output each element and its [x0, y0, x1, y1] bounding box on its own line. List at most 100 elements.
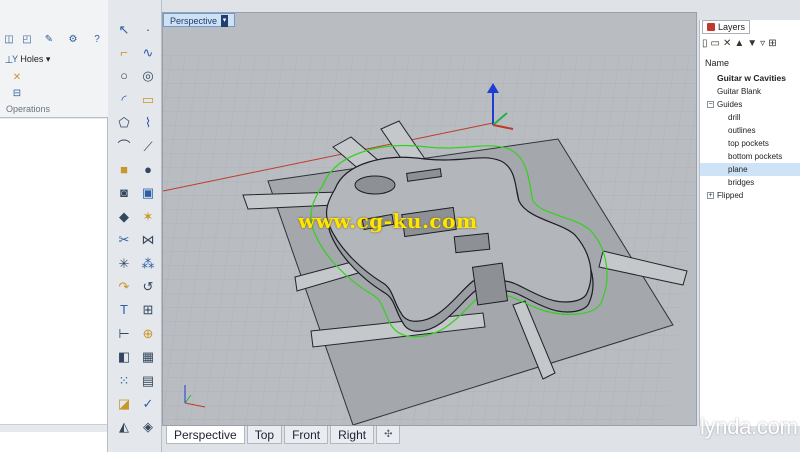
render-icon[interactable]: ◪	[114, 394, 134, 412]
ellipse-icon[interactable]: ◎	[138, 67, 158, 85]
cylinder-icon[interactable]: ◙	[114, 184, 134, 202]
dimension-icon[interactable]: ⊢	[114, 324, 134, 342]
tab-perspective[interactable]: Perspective	[166, 426, 245, 444]
layer-row[interactable]: + Flipped	[700, 189, 800, 202]
layer-name: outlines	[728, 126, 756, 135]
array-icon[interactable]: ⊞	[138, 301, 158, 319]
layer-name: bridges	[728, 178, 755, 187]
layers-column-header: Name	[705, 58, 730, 68]
layer-row[interactable]: plane	[700, 163, 800, 176]
layer-row[interactable]: − Guides	[700, 98, 800, 111]
cavity-oval	[354, 175, 396, 195]
layer-name: Guides	[717, 100, 743, 109]
open-file-icon[interactable]: ◫	[2, 34, 16, 46]
polyline-icon[interactable]: ⌐	[114, 43, 134, 61]
holes-icon: Y	[12, 54, 18, 64]
filter-icon[interactable]: ▿	[760, 38, 765, 52]
copy-icon[interactable]: ↺	[138, 277, 158, 295]
tab-right[interactable]: Right	[330, 426, 375, 444]
layer-name: top pockets	[728, 139, 769, 148]
collapse-icon[interactable]: −	[707, 101, 714, 108]
tool-icon[interactable]: ✎	[42, 34, 56, 46]
expand-icon[interactable]: +	[707, 192, 714, 199]
check-icon[interactable]: ✓	[138, 394, 158, 412]
circle-icon[interactable]: ○	[114, 67, 134, 85]
layer-row[interactable]: Guitar Blank	[700, 85, 800, 98]
free-curve-icon[interactable]: ⌇	[138, 114, 158, 132]
layers-tab[interactable]: Layers	[702, 20, 751, 34]
neck-pocket	[471, 262, 509, 306]
solid-edit-icon[interactable]: ◧	[114, 348, 134, 366]
operations-panel: ◫ ◰ ✎ ⚙ ? ⊥ Y Holes ▾ ✕ ⊟ Operations	[0, 0, 108, 452]
chevron-down-icon: ▾	[45, 54, 51, 64]
polygon-icon[interactable]: ⬠	[114, 114, 134, 132]
lynda-logo: lynda.com	[700, 414, 798, 439]
pocket-icon[interactable]: ✕	[10, 72, 24, 84]
holes-button[interactable]: Y Holes ▾	[12, 54, 50, 65]
layer-name: plane	[728, 165, 748, 174]
layers-panel: Layers ▯ ▭ ✕ ▲ ▼ ▿ ⊞ Name Guitar w Cavit…	[699, 20, 800, 426]
layer-row[interactable]: bottom pockets	[700, 150, 800, 163]
extrude-icon[interactable]: ▣	[138, 184, 158, 202]
new-sublayer-icon[interactable]: ▭	[711, 38, 720, 52]
layers-toolbar: ▯ ▭ ✕ ▲ ▼ ▿ ⊞	[702, 38, 777, 52]
move-icon[interactable]: ↷	[114, 277, 134, 295]
tab-front[interactable]: Front	[284, 426, 329, 444]
layer-row[interactable]: drill	[700, 111, 800, 124]
layer-name: drill	[728, 113, 741, 122]
layer-icon[interactable]: ▤	[138, 371, 158, 389]
tab-top[interactable]: Top	[246, 426, 283, 444]
vertical-toolbar: ↖ · ⌐ ∿ ○ ◎ ◜ ▭ ⬠ ⌇ ⌒ ⟋ ■ ● ◙ ▣ ◆ ✶ ✂ ⋈ ✳ ⁂ ↷ ↺ T ⊞ ⊢ ⊕ ◧ ▦ ⁙ ▤ ◪ ✓ ◭ ◈	[108, 0, 162, 452]
paint-icon[interactable]: ◈	[138, 418, 158, 436]
point-icon[interactable]: ·	[138, 20, 158, 38]
analyze-icon[interactable]: ◭	[114, 418, 134, 436]
layer-row[interactable]: top pockets	[700, 137, 800, 150]
text-tool-icon[interactable]: T	[114, 301, 134, 319]
arc-icon[interactable]: ◜	[114, 90, 134, 108]
layer-row[interactable]: Guitar w Cavities	[700, 72, 800, 85]
box-solid-icon[interactable]: ■	[114, 160, 134, 178]
select-arrow-icon[interactable]: ↖	[114, 20, 134, 38]
help-icon[interactable]: ?	[90, 34, 104, 46]
delete-layer-icon[interactable]: ✕	[723, 38, 731, 52]
split-icon[interactable]: ✶	[138, 207, 158, 225]
layer-name: bottom pockets	[728, 152, 783, 161]
layer-row[interactable]: bridges	[700, 176, 800, 189]
import-icon[interactable]: ◰	[20, 34, 34, 46]
rectangle-icon[interactable]: ▭	[138, 90, 158, 108]
gumball-icon[interactable]: ⊕	[138, 324, 158, 342]
profile-icon[interactable]: ⊟	[10, 88, 24, 100]
add-viewport-tab[interactable]: ✣	[376, 426, 401, 444]
horizontal-scrollbar[interactable]	[0, 424, 107, 432]
settings-gear-icon[interactable]: ⚙	[66, 34, 80, 46]
boolean-icon[interactable]: ◆	[114, 207, 134, 225]
operations-tree[interactable]	[0, 119, 107, 452]
layer-name: Flipped	[717, 191, 744, 200]
new-layer-icon[interactable]: ▯	[702, 38, 708, 52]
perspective-viewport[interactable]: Perspective ▾ www.cg-ku.com	[162, 12, 697, 426]
layer-name: Guitar w Cavities	[717, 73, 786, 83]
panel-tab-strip	[699, 0, 800, 20]
watermark-text: www.cg-ku.com	[298, 209, 478, 233]
fillet-icon[interactable]: ⌒	[114, 137, 134, 155]
trim-icon[interactable]: ✂	[114, 231, 134, 249]
layers-icon	[707, 23, 715, 31]
layer-tools-icon[interactable]: ⊞	[768, 38, 776, 52]
viewport-title: Perspective	[170, 15, 218, 26]
operations-section-label: Operations	[6, 104, 51, 114]
join-icon[interactable]: ⋈	[138, 231, 158, 249]
group-icon[interactable]: ⁂	[138, 254, 158, 272]
sphere-icon[interactable]: ●	[138, 160, 158, 178]
curve-points-icon[interactable]: ∿	[138, 43, 158, 61]
layers-tab-label: Layers	[718, 21, 746, 32]
explode-icon[interactable]: ✳	[114, 254, 134, 272]
move-up-icon[interactable]: ▲	[734, 38, 744, 52]
move-down-icon[interactable]: ▼	[747, 38, 757, 52]
layer-name: Guitar Blank	[717, 87, 762, 96]
viewport-title-tab[interactable]: Perspective ▾	[163, 13, 236, 27]
layer-row[interactable]: outlines	[700, 124, 800, 137]
offset-icon[interactable]: ⟋	[138, 137, 158, 155]
grid-array-icon[interactable]: ⁙	[114, 371, 134, 389]
chevron-down-icon[interactable]: ▾	[221, 14, 229, 27]
mesh-icon[interactable]: ▦	[138, 348, 158, 366]
